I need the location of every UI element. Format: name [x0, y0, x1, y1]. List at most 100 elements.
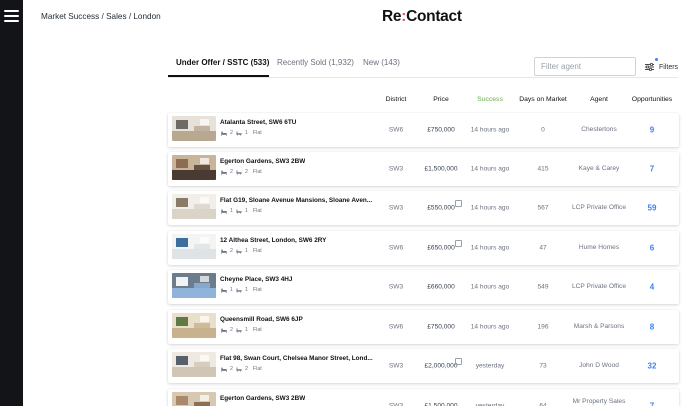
bath-icon [236, 248, 242, 254]
success-cell: 14 hours ago [470, 165, 510, 173]
table-row[interactable]: Atalanta Street, SW6 6TU 2 1 Flat SW6 £750,00… [168, 113, 679, 147]
bed-icon [221, 288, 227, 293]
tabs-divider [168, 77, 678, 78]
success-cell: 14 hours ago [470, 244, 510, 252]
beds-count: 2 [230, 169, 233, 175]
property-photo [172, 273, 216, 298]
logo-text-right: Contact [406, 8, 462, 25]
baths-count: 2 [244, 169, 248, 175]
logo[interactable]: Re:Contact [382, 8, 462, 26]
bed-icon [221, 209, 227, 214]
property-address[interactable]: Atalanta Street, SW6 6TU [220, 119, 296, 126]
beds-count: 2 [230, 130, 233, 136]
agent-cell: Kaye & Carey [578, 165, 620, 172]
days-on-market-cell: 47 [539, 244, 547, 252]
table-row[interactable]: Cheyne Place, SW3 4HJ 1 1 Flat SW3 £660,000 14… [168, 270, 679, 304]
property-photo [172, 392, 216, 406]
property-address[interactable]: Flat 98, Swan Court, Chelsea Manor Stree… [220, 355, 373, 362]
success-cell: 14 hours ago [470, 204, 510, 212]
success-cell: 14 hours ago [470, 323, 510, 331]
property-meta: 2 2 Flat [221, 169, 262, 175]
success-cell: 14 hours ago [470, 283, 510, 291]
property-meta: 2 1 Flat [221, 130, 262, 136]
price-cell: £750,000 [427, 323, 455, 331]
breadcrumb: Market Success / Sales / London [41, 12, 161, 21]
tab-new[interactable]: New (143) [363, 58, 400, 67]
district-cell: SW6 [388, 244, 404, 252]
property-address[interactable]: Flat G19, Sloane Avenue Mansions, Sloane… [220, 197, 372, 204]
property-address[interactable]: Egerton Gardens, SW3 2BW [220, 158, 305, 165]
opportunities-link[interactable]: 8 [650, 323, 654, 332]
column-header-opportunities[interactable]: Opportunities [632, 96, 672, 103]
price-cell: £650,000 [427, 244, 455, 252]
opportunities-link[interactable]: 32 [648, 362, 657, 371]
beds-count: 1 [230, 287, 233, 293]
opportunities-link[interactable]: 6 [650, 244, 654, 253]
property-type: Flat [252, 208, 262, 214]
baths-count: 1 [244, 287, 248, 293]
table-row[interactable]: Flat 98, Swan Court, Chelsea Manor Stree… [168, 349, 679, 383]
property-meta: 1 1 Flat [221, 208, 262, 214]
days-on-market-cell: 549 [537, 283, 549, 291]
days-on-market-cell: 196 [537, 323, 549, 331]
agent-cell: Marsh & Parsons [573, 323, 625, 330]
sliders-icon [645, 63, 654, 71]
agent-cell: Mr Property Sales and... [572, 398, 626, 405]
table-row[interactable]: Queensmill Road, SW6 6JP 2 1 Flat SW6 £750,00… [168, 310, 679, 344]
property-photo [172, 352, 216, 377]
bed-icon [221, 328, 227, 333]
tab-recently-sold[interactable]: Recently Sold (1,932) [277, 58, 354, 67]
property-meta: 1 1 Flat [221, 287, 262, 293]
district-cell: SW6 [388, 126, 404, 134]
bath-icon [236, 169, 242, 175]
property-type: Flat [252, 327, 262, 333]
column-header-success[interactable]: Success [477, 96, 503, 103]
property-photo [172, 155, 216, 180]
price-cell: £1,500,000 [424, 165, 458, 173]
filter-agent-input[interactable] [534, 57, 636, 76]
opportunities-link[interactable]: 4 [650, 283, 654, 292]
opportunities-link[interactable]: 7 [650, 165, 654, 174]
days-on-market-cell: 415 [537, 165, 549, 173]
agent-cell: Chestertons [581, 126, 617, 133]
column-header-price[interactable]: Price [433, 96, 449, 103]
property-meta: 2 1 Flat [221, 327, 262, 333]
filters-button[interactable]: Filters [645, 59, 678, 75]
price-change-icon[interactable] [455, 358, 462, 365]
column-header-district[interactable]: District [386, 96, 407, 103]
opportunities-link[interactable]: 9 [650, 126, 654, 135]
days-on-market-cell: 0 [541, 126, 545, 134]
hamburger-menu-icon[interactable] [4, 10, 19, 22]
price-change-icon[interactable] [455, 240, 462, 247]
price-cell: £2,000,000 [424, 362, 458, 370]
table-row[interactable]: Egerton Gardens, SW3 2BW 2 2 Flat SW3 £1,500,… [168, 152, 679, 186]
filters-active-dot [655, 58, 658, 61]
property-address[interactable]: 12 Althea Street, London, SW6 2RY [220, 237, 326, 244]
district-cell: SW3 [388, 165, 404, 173]
table-row[interactable]: Flat G19, Sloane Avenue Mansions, Sloane… [168, 191, 679, 225]
agent-cell: LCP Private Office [572, 204, 626, 211]
bed-icon [221, 131, 227, 136]
property-address[interactable]: Egerton Gardens, SW3 2BW [220, 395, 305, 402]
bath-icon [236, 208, 242, 214]
opportunities-link[interactable]: 59 [648, 204, 657, 213]
bath-icon [236, 287, 242, 293]
district-cell: SW3 [388, 362, 404, 370]
opportunities-link[interactable]: 7 [650, 402, 654, 406]
table-row[interactable]: Egerton Gardens, SW3 2BW SW3 £1,500,000 yes… [168, 389, 679, 406]
success-cell: yesterday [475, 362, 505, 370]
district-cell: SW3 [388, 204, 404, 212]
property-address[interactable]: Cheyne Place, SW3 4HJ [220, 276, 292, 283]
table-row[interactable]: 12 Althea Street, London, SW6 2RY 2 1 Flat S… [168, 231, 679, 265]
beds-count: 1 [230, 208, 233, 214]
price-change-icon[interactable] [455, 200, 462, 207]
column-header-agent[interactable]: Agent [590, 96, 608, 103]
property-type: Flat [252, 287, 262, 293]
tab-under-offer[interactable]: Under Offer / SSTC (533) [176, 58, 269, 67]
property-address[interactable]: Queensmill Road, SW6 6JP [220, 316, 303, 323]
property-photo [172, 194, 216, 219]
column-header-days-on-market[interactable]: Days on Market [519, 96, 567, 103]
bath-icon [236, 130, 242, 136]
price-cell: £660,000 [427, 283, 455, 291]
days-on-market-cell: 73 [539, 362, 547, 370]
